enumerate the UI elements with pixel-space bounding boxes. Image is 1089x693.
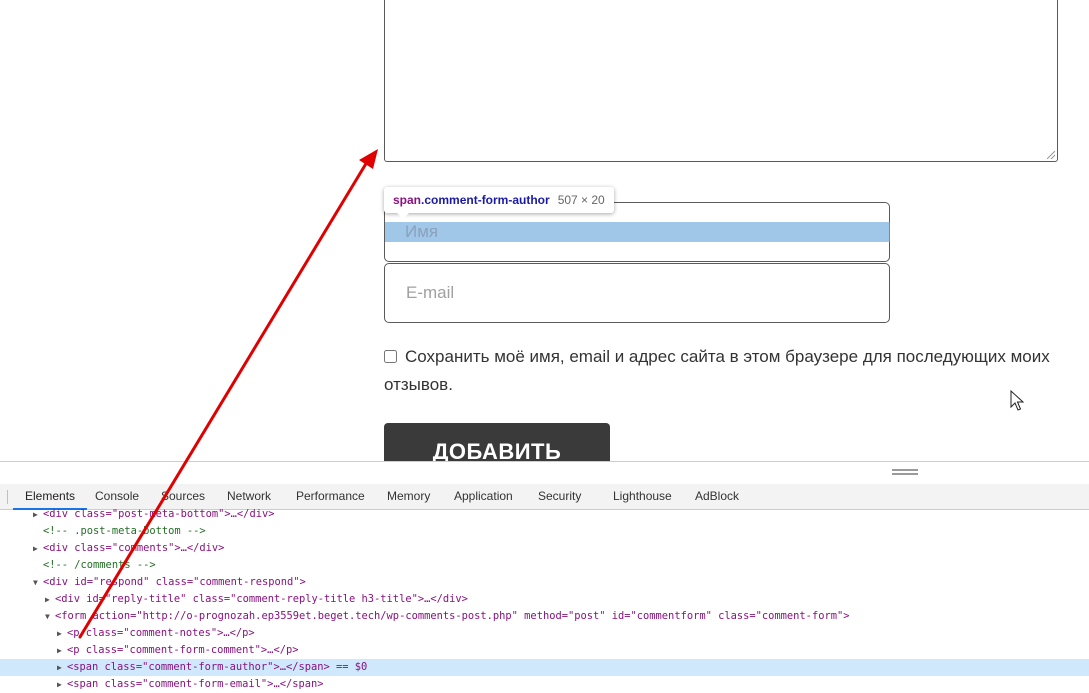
dom-node[interactable]: ▼ <div id="respond" class="comment-respon… [0, 574, 1089, 591]
dom-node-text: <!-- /comments --> [43, 559, 156, 571]
expand-triangle-icon[interactable]: ▶ [45, 591, 55, 608]
tab-separator [7, 490, 8, 504]
expand-triangle-icon[interactable]: ▶ [57, 642, 67, 659]
dom-node-text: <div class="post-meta-bottom">…</div> [43, 508, 275, 520]
tooltip-size: 507 × 20 [557, 193, 605, 207]
dom-node-text: <div class="comments">…</div> [43, 542, 225, 554]
collapse-triangle-icon[interactable]: ▼ [45, 608, 55, 625]
dom-node[interactable]: ▶ <p class="comment-form-comment">…</p> [0, 642, 1089, 659]
comment-textarea[interactable] [384, 0, 1058, 162]
email-field[interactable]: E-mail [384, 263, 890, 323]
dom-comment[interactable]: <!-- /comments --> [0, 557, 1089, 574]
expand-triangle-icon[interactable]: ▶ [57, 625, 67, 642]
dom-node-text: <form action="http://o-prognozah.ep3559e… [55, 610, 850, 622]
dom-node-text: <p class="comment-form-comment">…</p> [67, 644, 299, 656]
tooltip-tag: span [393, 193, 422, 207]
resize-grip-icon[interactable] [1047, 151, 1055, 159]
web-page: Имя Имя E-mail span.comment-form-author5… [0, 0, 1089, 461]
save-consent: Сохранить моё имя, email и адрес сайта в… [384, 343, 1074, 399]
submit-button[interactable]: ДОБАВИТЬ [384, 423, 610, 461]
expand-triangle-icon[interactable]: ▶ [33, 540, 43, 557]
inspect-tooltip: span.comment-form-author 507 × 20 [384, 187, 614, 213]
dom-node-text: <span class="comment-form-author">…</spa… [67, 661, 368, 673]
save-consent-checkbox[interactable] [384, 350, 397, 363]
expand-triangle-icon[interactable]: ▶ [33, 506, 43, 523]
dom-node[interactable]: ▶ <div id="reply-title" class="comment-re… [0, 591, 1089, 608]
element-highlight-overlay [385, 222, 890, 242]
collapse-triangle-icon[interactable]: ▼ [33, 574, 43, 591]
mouse-cursor-icon [1010, 390, 1024, 411]
submit-label: ДОБАВИТЬ [432, 439, 562, 461]
dom-comment[interactable]: <!-- .post-meta-bottom --> [0, 523, 1089, 540]
expand-triangle-icon[interactable]: ▶ [57, 676, 67, 693]
devtools-resize-handle[interactable] [892, 469, 918, 475]
tooltip-class: .comment-form-author [421, 193, 550, 207]
dom-node-text: <div id="reply-title" class="comment-rep… [55, 593, 468, 605]
tooltip-pointer [396, 212, 410, 219]
save-consent-label: Сохранить моё имя, email и адрес сайта в… [384, 347, 1050, 394]
email-placeholder: E-mail [406, 283, 455, 302]
dom-node[interactable]: ▶ <div class="post-meta-bottom">…</div> [0, 506, 1089, 523]
dom-node[interactable]: ▼ <form action="http://o-prognozah.ep3559… [0, 608, 1089, 625]
dom-node-text: <div id="respond" class="comment-respond… [43, 576, 306, 588]
dom-node-selected[interactable]: ▶ <span class="comment-form-author">…</sp… [0, 659, 1089, 676]
expand-triangle-icon[interactable]: ▶ [57, 659, 67, 676]
devtools-panel: Elements Console Sources Network Perform… [0, 461, 1089, 691]
dom-node[interactable]: ▶ <span class="comment-form-email">…</spa… [0, 676, 1089, 693]
dom-node-text: <!-- .post-meta-bottom --> [43, 525, 206, 537]
dom-node-text: <span class="comment-form-email">…</span… [67, 678, 324, 690]
dom-node-text: <p class="comment-notes">…</p> [67, 627, 255, 639]
author-placeholder-highlighted: Имя [405, 222, 439, 241]
dom-node[interactable]: ▶ <p class="comment-notes">…</p> [0, 625, 1089, 642]
dom-node[interactable]: ▶ <div class="comments">…</div> [0, 540, 1089, 557]
